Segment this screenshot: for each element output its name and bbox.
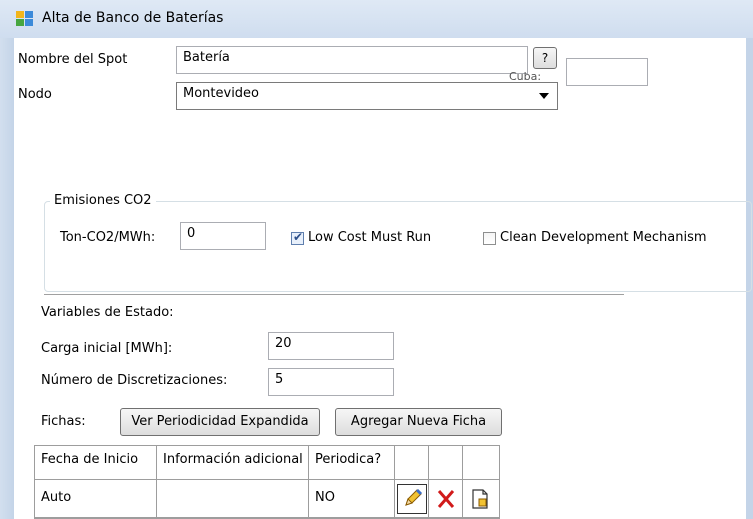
cell-clone <box>463 480 499 518</box>
cell-edit <box>395 480 429 518</box>
edit-button[interactable] <box>397 484 427 514</box>
delete-x-icon <box>437 490 455 508</box>
clone-button[interactable] <box>465 484 495 514</box>
nombre-label: Nombre del Spot <box>18 52 128 67</box>
divider <box>44 294 624 298</box>
clean-dev-label: Clean Development Mechanism <box>500 230 707 245</box>
cuba-input[interactable] <box>566 58 648 86</box>
ton-co2-label: Ton-CO2/MWh: <box>60 230 156 245</box>
nombre-input[interactable]: Batería <box>176 46 528 74</box>
cell-fecha[interactable]: Auto <box>35 480 157 518</box>
delete-button[interactable] <box>431 484 461 514</box>
clone-icon <box>472 489 488 509</box>
cell-info[interactable] <box>157 480 309 518</box>
low-cost-label: Low Cost Must Run <box>308 230 432 245</box>
nodo-label: Nodo <box>18 87 52 102</box>
ton-co2-input[interactable]: 0 <box>180 222 266 250</box>
ver-periodicidad-button[interactable]: Ver Periodicidad Expandida <box>120 408 320 436</box>
discret-input[interactable]: 5 <box>268 368 394 396</box>
nodo-select-value: Montevideo <box>183 86 260 101</box>
fichas-label: Fichas: <box>41 414 86 429</box>
col-header-delete <box>429 446 463 480</box>
pencil-icon <box>405 488 423 506</box>
app-icon <box>16 11 33 27</box>
window-title: Alta de Banco de Baterías <box>42 10 224 26</box>
discret-label: Número de Discretizaciones: <box>41 373 228 388</box>
estado-heading: Variables de Estado: <box>41 305 174 320</box>
clean-dev-checkbox[interactable] <box>483 232 496 245</box>
cell-periodica[interactable]: NO <box>309 480 395 518</box>
col-header-periodica[interactable]: Periodica? <box>309 446 395 480</box>
carga-label: Carga inicial [MWh]: <box>41 341 173 356</box>
fichas-table: Fecha de Inicio Información adicional Pe… <box>34 445 500 519</box>
low-cost-checkbox[interactable] <box>291 230 304 245</box>
chevron-down-icon <box>539 93 549 99</box>
emisiones-group-label: Emisiones CO2 <box>50 193 156 208</box>
carga-input[interactable]: 20 <box>268 332 394 360</box>
col-header-edit <box>395 446 429 480</box>
emisiones-group <box>44 201 752 292</box>
nodo-select[interactable]: Montevideo <box>176 82 558 110</box>
col-header-info[interactable]: Información adicional <box>157 446 309 480</box>
window-frame-left <box>0 38 14 519</box>
cell-delete <box>429 480 463 518</box>
help-button[interactable]: ? <box>533 47 557 69</box>
agregar-ficha-button[interactable]: Agregar Nueva Ficha <box>335 408 502 436</box>
col-header-clone <box>463 446 499 480</box>
col-header-fecha[interactable]: Fecha de Inicio <box>35 446 157 480</box>
